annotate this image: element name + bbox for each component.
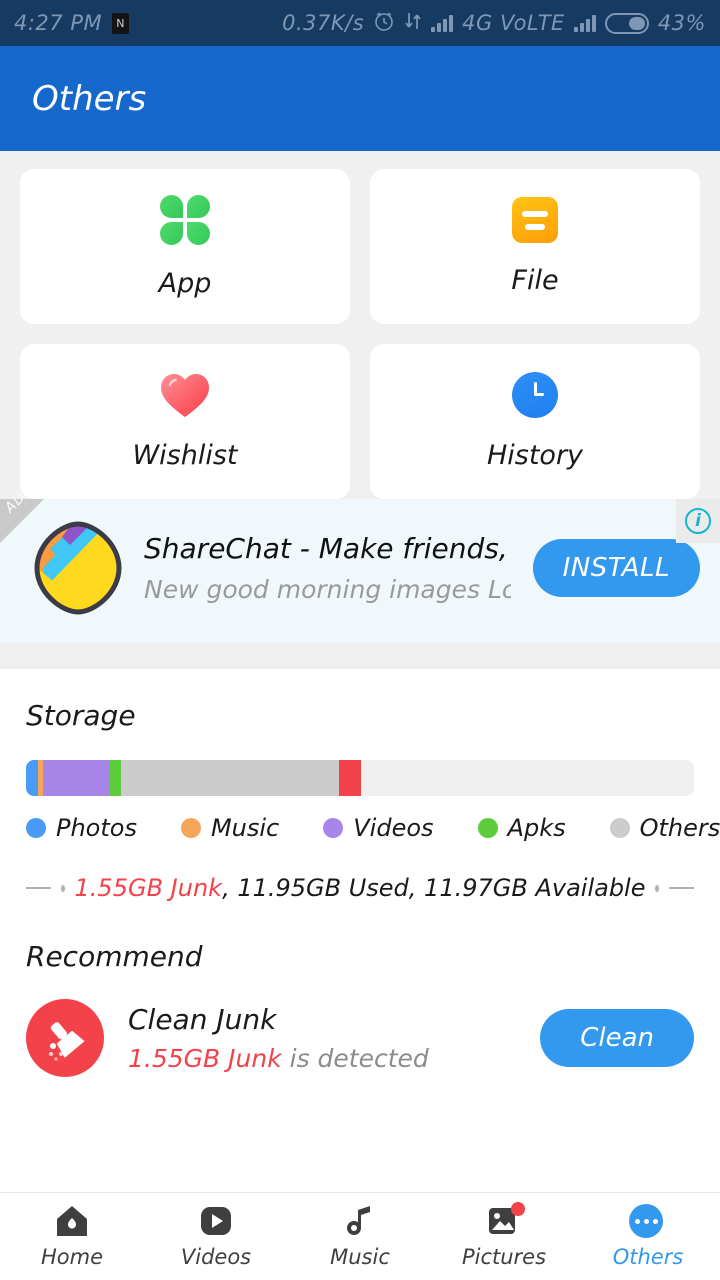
app-bar: Others <box>0 46 720 151</box>
legend-dot <box>26 818 46 838</box>
status-bar: 4:27 PM N 0.37K/s 4G VoLTE 43% <box>0 0 720 46</box>
ad-info-button[interactable]: i <box>676 499 720 543</box>
legend-label: Apks <box>507 814 566 842</box>
clean-button[interactable]: Clean <box>540 1009 694 1067</box>
legend-dot <box>477 818 498 838</box>
nav-item-others[interactable]: Others <box>576 1193 720 1280</box>
summary-rule-right <box>669 887 695 889</box>
grid-item-label: File <box>511 265 559 296</box>
nav-item-label: Videos <box>180 1245 252 1269</box>
storage-title: Storage <box>26 699 136 732</box>
storage-bar-segment <box>361 760 694 796</box>
legend-dot <box>609 818 630 838</box>
storage-bar-segment <box>120 760 340 796</box>
page-title: Others <box>32 78 147 119</box>
ad-content-row: ShareChat - Make friends, h… New good mo… <box>20 521 700 615</box>
legend-item-others: Others <box>609 814 720 842</box>
nav-badge-dot <box>511 1202 525 1216</box>
network-speed-label: 0.37K/s <box>282 11 365 35</box>
grid-item-label: App <box>158 268 212 299</box>
more-dots-icon <box>629 1204 667 1238</box>
recommend-item-title: Clean Junk <box>128 1003 277 1036</box>
summary-text: 1.55GB Junk, 11.95GB Used, 11.97GB Avail… <box>75 874 646 902</box>
legend-item-music: Music <box>180 814 280 842</box>
grid-item-label: Wishlist <box>132 440 238 471</box>
grid-item-wishlist[interactable]: Wishlist <box>20 344 350 499</box>
alarm-clock-icon <box>373 10 395 37</box>
bottom-navigation: Home Videos Music Pictures Others <box>0 1192 720 1280</box>
storage-bar-segment <box>26 760 39 796</box>
grid-item-history[interactable]: History <box>370 344 700 499</box>
legend-item-photos: Photos <box>26 814 137 842</box>
signal-bars-sim2-icon <box>573 14 596 32</box>
shortcut-grid: App File Wishlist History <box>20 169 700 499</box>
nav-item-label: Music <box>330 1245 390 1269</box>
ad-install-button[interactable]: INSTALL <box>532 539 700 597</box>
summary-pip-right <box>655 884 660 892</box>
ad-text-block: ShareChat - Make friends, h… New good mo… <box>144 532 511 604</box>
file-icon <box>512 197 558 243</box>
recommend-title: Recommend <box>26 940 203 973</box>
summary-rule-left <box>26 887 51 889</box>
ad-subtitle: New good morning images Love song… <box>144 575 511 604</box>
legend-item-apks: Apks <box>477 814 566 842</box>
status-bar-left: 4:27 PM N <box>14 11 130 35</box>
ad-banner[interactable]: AD i ShareChat - Make friends, New good … <box>0 489 720 643</box>
info-icon: i <box>685 508 711 534</box>
battery-percent-label: 43% <box>657 11 706 35</box>
recommend-section: Recommend Clean Junk 1.55GB Junk is dete… <box>0 902 720 1077</box>
sharechat-logo-icon <box>34 521 122 615</box>
legend-label: Music <box>210 814 280 842</box>
grid-item-label: History <box>486 440 584 471</box>
recommend-item-subtitle: 1.55GB Junk is detected <box>128 1044 516 1073</box>
nav-item-label: Others <box>612 1245 684 1269</box>
storage-bar-segment <box>43 760 109 796</box>
data-transfer-icon <box>404 11 422 36</box>
status-time: 4:27 PM <box>14 11 103 35</box>
recommend-item-text: Clean Junk 1.55GB Junk is detected <box>128 1003 516 1073</box>
battery-icon <box>604 12 649 34</box>
nav-item-label: Pictures <box>461 1245 547 1269</box>
storage-section: Storage Photos Music Videos Apks Others … <box>0 669 720 902</box>
play-icon <box>197 1204 235 1238</box>
image-icon <box>485 1202 525 1238</box>
nav-item-label: Home <box>40 1245 103 1269</box>
storage-bar-segment <box>108 760 121 796</box>
grid-item-file[interactable]: File <box>370 169 700 324</box>
recommend-detected-label: is detected <box>281 1044 429 1073</box>
nav-item-videos[interactable]: Videos <box>144 1193 288 1280</box>
shortcut-grid-section: App File Wishlist History <box>0 151 720 499</box>
signal-bars-sim1-icon <box>431 14 454 32</box>
grid-item-app[interactable]: App <box>20 169 350 324</box>
heart-icon <box>160 372 210 418</box>
legend-dot <box>180 818 201 838</box>
storage-bar-segment <box>339 760 362 796</box>
clock-icon <box>512 372 558 418</box>
clover-icon <box>159 194 211 246</box>
network-type-label: 4G VoLTE <box>462 11 565 35</box>
section-divider <box>0 643 720 669</box>
status-bar-right: 0.37K/s 4G VoLTE 43% <box>282 10 706 37</box>
recommend-junk-value: 1.55GB Junk <box>128 1044 282 1073</box>
nav-item-home[interactable]: Home <box>0 1193 144 1280</box>
storage-summary: 1.55GB Junk, 11.95GB Used, 11.97GB Avail… <box>26 874 695 902</box>
music-note-icon <box>341 1204 379 1238</box>
legend-label: Photos <box>56 814 137 842</box>
legend-label: Videos <box>353 814 434 842</box>
notification-app-icon: N <box>112 12 130 34</box>
storage-bar <box>26 760 694 796</box>
storage-legend: Photos Music Videos Apks Others <box>26 814 720 842</box>
summary-pip-left <box>60 884 65 892</box>
legend-label: Others <box>639 814 720 842</box>
summary-rest-value: , 11.95GB Used, 11.97GB Available <box>222 874 646 902</box>
legend-dot <box>323 818 344 838</box>
broom-icon <box>26 999 104 1077</box>
ad-title: ShareChat - Make friends, h… <box>144 532 511 565</box>
recommend-item-clean-junk[interactable]: Clean Junk 1.55GB Junk is detected Clean <box>26 999 694 1077</box>
nav-item-music[interactable]: Music <box>288 1193 432 1280</box>
legend-item-videos: Videos <box>323 814 434 842</box>
home-icon <box>53 1204 91 1238</box>
nav-item-pictures[interactable]: Pictures <box>432 1193 576 1280</box>
summary-junk-value: 1.55GB Junk <box>74 874 223 902</box>
